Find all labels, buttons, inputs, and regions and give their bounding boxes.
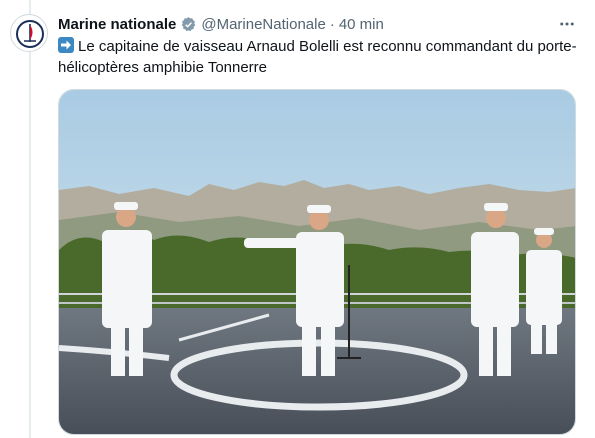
right-arrow-emoji-icon [58, 37, 74, 53]
thread-connector-line [29, 0, 31, 438]
tweet-timestamp[interactable]: 40 min [339, 16, 384, 33]
ceremony-photo [59, 90, 575, 434]
author-name[interactable]: Marine nationale [58, 16, 176, 33]
tweet-photo[interactable] [58, 89, 576, 435]
header-separator: · [329, 15, 335, 33]
marine-nationale-logo [16, 20, 44, 48]
author-handle[interactable]: @MarineNationale [201, 16, 325, 33]
author-avatar[interactable] [10, 14, 48, 52]
tweet-body: Le capitaine de vaisseau Arnaud Bolelli … [58, 36, 578, 78]
verified-badge-icon[interactable] [180, 16, 197, 33]
tweet-text: Le capitaine de vaisseau Arnaud Bolelli … [58, 38, 577, 76]
more-options-icon[interactable] [557, 14, 577, 34]
tweet-header: Marine nationale @MarineNationale · 40 m… [58, 14, 558, 34]
